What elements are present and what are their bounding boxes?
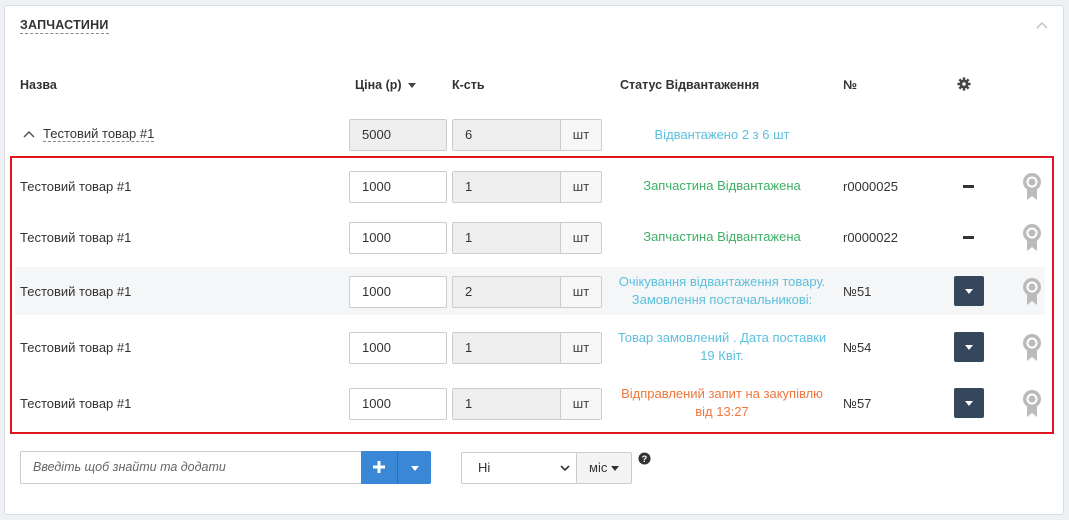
qty-field: 1	[452, 222, 562, 254]
row-status-line2: від 13:27	[695, 404, 749, 419]
row-status: Запчастина Відвантажена	[607, 228, 837, 246]
row-status: Товар замовлений . Дата поставки 19 Квіт…	[607, 329, 837, 365]
row-name: Тестовий товар #1	[20, 396, 132, 411]
row-name: Тестовий товар #1	[20, 340, 132, 355]
table-row: Тестовий товар #1 1000 2 шт Очікування в…	[15, 267, 1045, 315]
row-actions-dropdown[interactable]	[954, 388, 984, 418]
group-status: Відвантажено 2 з 6 шт	[654, 127, 790, 142]
unit-addon: шт	[560, 332, 602, 364]
award-icon[interactable]	[1022, 333, 1042, 363]
row-name: Тестовий товар #1	[20, 179, 132, 194]
row-actions-dropdown[interactable]	[954, 276, 984, 306]
question-circle-icon[interactable]: ?	[638, 452, 651, 465]
minus-icon[interactable]	[963, 236, 974, 239]
header-qty: К-сть	[452, 78, 485, 92]
price-input[interactable]: 1000	[349, 276, 447, 308]
panel-title[interactable]: ЗАПЧАСТИНИ	[20, 18, 109, 34]
row-status-line1: Відправлений запит на закупівлю	[621, 386, 823, 401]
add-button[interactable]	[361, 451, 397, 484]
row-actions-dropdown[interactable]	[954, 332, 984, 362]
svg-text:?: ?	[642, 454, 648, 464]
row-number[interactable]: №51	[843, 284, 871, 299]
header-price-label: Ціна (р)	[355, 78, 402, 92]
group-price-field: 5000	[349, 119, 447, 151]
header-number: №	[843, 78, 857, 92]
row-status-line1: Запчастина Відвантажена	[643, 229, 801, 244]
unit-addon: шт	[560, 119, 602, 151]
award-icon[interactable]	[1022, 223, 1042, 253]
table-row: Тестовий товар #1 1000 1 шт Запчастина В…	[15, 213, 1045, 261]
row-status: Очікування відвантаження товару. Замовле…	[607, 273, 837, 309]
group-toggle[interactable]: Тестовий товар #1	[23, 126, 155, 142]
chevron-down-icon	[560, 465, 570, 472]
header-name: Назва	[20, 78, 57, 92]
award-icon[interactable]	[1022, 389, 1042, 419]
group-row: Тестовий товар #1 5000 6 шт Відвантажено…	[15, 114, 1045, 152]
award-icon[interactable]	[1022, 277, 1042, 307]
period-select[interactable]: Ні	[461, 452, 577, 484]
row-status-line2: 19 Квіт.	[700, 348, 744, 363]
qty-field: 1	[452, 332, 562, 364]
unit-addon: шт	[560, 276, 602, 308]
search-add-input[interactable]: Введіть щоб знайти та додати	[20, 451, 362, 484]
unit-addon: шт	[560, 388, 602, 420]
add-options-dropdown[interactable]	[397, 451, 431, 484]
table-row: Тестовий товар #1 1000 1 шт Товар замовл…	[15, 323, 1045, 371]
group-name: Тестовий товар #1	[43, 126, 155, 142]
gear-icon[interactable]	[957, 77, 971, 91]
chevron-up-icon[interactable]	[1035, 20, 1049, 30]
minus-icon[interactable]	[963, 185, 974, 188]
price-input[interactable]: 1000	[349, 332, 447, 364]
group-qty-field: 6	[452, 119, 562, 151]
chevron-up-icon	[23, 130, 35, 138]
qty-field: 1	[452, 171, 562, 203]
row-name: Тестовий товар #1	[20, 230, 132, 245]
header-status: Статус Відвантаження	[620, 78, 760, 92]
caret-down-icon	[611, 466, 620, 472]
row-status-line2[interactable]: Замовлення постачальникові:	[607, 291, 837, 309]
row-number: r0000025	[843, 179, 898, 194]
price-input[interactable]: 1000	[349, 171, 447, 203]
period-unit-label: міс	[589, 460, 608, 475]
plus-icon	[373, 461, 385, 473]
row-status: Відправлений запит на закупівлю від 13:2…	[607, 385, 837, 421]
sort-caret-icon	[407, 83, 416, 89]
header-price[interactable]: Ціна (р)	[355, 78, 416, 92]
unit-addon: шт	[560, 222, 602, 254]
row-status: Запчастина Відвантажена	[607, 177, 837, 195]
price-input[interactable]: 1000	[349, 388, 447, 420]
qty-field: 1	[452, 388, 562, 420]
row-status-line1: Запчастина Відвантажена	[643, 178, 801, 193]
table-row: Тестовий товар #1 1000 1 шт Запчастина В…	[15, 162, 1045, 210]
row-number[interactable]: №57	[843, 396, 871, 411]
row-number[interactable]: №54	[843, 340, 871, 355]
qty-field: 2	[452, 276, 562, 308]
unit-addon: шт	[560, 171, 602, 203]
row-status-line1: Товар замовлений . Дата поставки	[617, 330, 827, 345]
price-input[interactable]: 1000	[349, 222, 447, 254]
period-unit-dropdown[interactable]: міс	[576, 452, 632, 484]
period-select-value: Ні	[478, 460, 491, 475]
row-status-line1: Очікування відвантаження товару.	[618, 274, 826, 289]
row-name: Тестовий товар #1	[20, 284, 132, 299]
row-number: r0000022	[843, 230, 898, 245]
award-icon[interactable]	[1022, 172, 1042, 202]
table-row: Тестовий товар #1 1000 1 шт Відправлений…	[15, 379, 1045, 427]
